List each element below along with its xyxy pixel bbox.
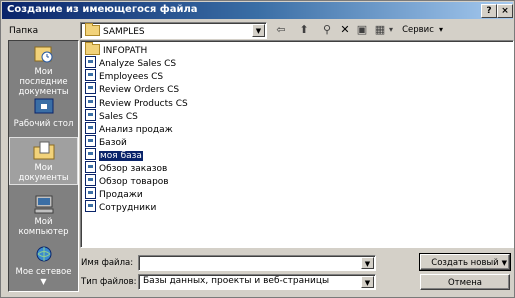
list-item[interactable]: Сотрудники: [85, 200, 157, 213]
list-item[interactable]: Analyze Sales CS: [85, 56, 177, 69]
list-item[interactable]: Sales CS: [85, 109, 138, 122]
filetype-value: Базы данных, проекты и веб-страницы: [143, 276, 330, 286]
views-dropdown-icon[interactable]: ▾: [387, 22, 395, 38]
database-file-icon: [85, 135, 96, 147]
cancel-button[interactable]: Отмена: [420, 274, 510, 290]
my-documents-icon: [32, 141, 56, 161]
recent-documents-icon: [32, 45, 56, 65]
tools-dropdown-icon[interactable]: ▾: [437, 22, 445, 38]
filename-label: Имя файла:: [81, 258, 134, 268]
list-item-label: Сотрудники: [99, 203, 157, 213]
lookin-label: Папка: [9, 26, 39, 36]
chevron-down-icon[interactable]: ▼: [361, 257, 374, 269]
list-item[interactable]: Review Products CS: [85, 96, 188, 109]
list-item[interactable]: Продажи: [85, 187, 143, 200]
database-file-icon: [85, 96, 96, 108]
sidebar-item-label: Рабочий стол: [13, 119, 74, 129]
sidebar-item-my-computer[interactable]: Мой компьютер: [9, 195, 78, 237]
folder-icon: [85, 23, 100, 36]
list-item-label: моя база: [99, 151, 143, 161]
sidebar-item-network[interactable]: Мое сетевое ▼: [9, 245, 78, 287]
create-new-label: Создать новый: [431, 258, 499, 268]
filetype-select[interactable]: Базы данных, проекты и веб-страницы ▼: [138, 274, 376, 290]
chevron-down-icon[interactable]: ▼: [252, 24, 265, 37]
folder-icon: [85, 42, 100, 55]
database-file-icon: [85, 148, 96, 160]
sidebar-item-recent[interactable]: Мои последние документы: [9, 45, 78, 97]
list-item[interactable]: Review Orders CS: [85, 82, 180, 95]
network-icon: [32, 245, 56, 265]
list-item-label: Продажи: [99, 190, 143, 200]
database-file-icon: [85, 122, 96, 134]
back-button[interactable]: ⇦: [272, 22, 290, 38]
database-file-icon: [85, 109, 96, 121]
list-item-label: Обзор заказов: [99, 164, 168, 174]
lookin-value-wrap: SAMPLES: [85, 23, 145, 37]
sidebar-item-desktop[interactable]: Рабочий стол: [9, 97, 78, 129]
list-item-label: Review Orders CS: [99, 85, 180, 95]
chevron-down-icon[interactable]: ▼: [502, 255, 507, 271]
tools-menu[interactable]: Сервис: [399, 22, 437, 38]
database-file-icon: [85, 82, 96, 94]
sidebar-item-label: Мой компьютер: [18, 217, 69, 237]
list-item[interactable]: Обзор заказов: [85, 161, 168, 174]
list-item-label: Базой: [99, 138, 127, 148]
list-item-label: INFOPATH: [103, 46, 148, 56]
file-list[interactable]: INFOPATH Analyze Sales CS Employees CS R…: [80, 40, 514, 248]
dialog-window: Создание из имеющегося файла ? × Папка S…: [0, 0, 515, 298]
help-button[interactable]: ?: [481, 4, 497, 18]
list-item-selected[interactable]: моя база: [85, 148, 143, 161]
list-item-label: Sales CS: [99, 112, 138, 122]
cancel-label: Отмена: [447, 278, 483, 288]
desktop-icon: [32, 97, 56, 117]
list-item[interactable]: Обзор товаров: [85, 174, 169, 187]
list-item-label: Анализ продаж: [99, 125, 173, 135]
sidebar-item-label: Мои документы: [18, 163, 69, 183]
filename-input[interactable]: ▼: [138, 255, 376, 271]
sidebar-item-my-documents[interactable]: Мои документы: [9, 137, 78, 185]
up-folder-button[interactable]: ⬆: [296, 22, 312, 38]
new-folder-icon[interactable]: ▣: [355, 22, 369, 38]
list-item[interactable]: Анализ продаж: [85, 122, 173, 135]
title-bar: Создание из имеющегося файла ? ×: [2, 2, 513, 19]
sidebar-scroll-down-icon[interactable]: ▼: [9, 277, 78, 287]
search-web-icon[interactable]: ⚲: [319, 22, 335, 38]
list-item-label: Review Products CS: [99, 99, 188, 109]
database-file-icon: [85, 187, 96, 199]
list-item[interactable]: INFOPATH: [85, 42, 148, 56]
database-file-icon: [85, 161, 96, 173]
places-bar: Мои последние документы Рабочий стол Мои…: [8, 40, 79, 292]
sidebar-item-label: Мои последние документы: [18, 67, 69, 97]
database-file-icon: [85, 56, 96, 68]
list-item[interactable]: Базой: [85, 135, 127, 148]
list-item-label: Обзор товаров: [99, 177, 169, 187]
database-file-icon: [85, 174, 96, 186]
lookin-combo[interactable]: SAMPLES ▼: [80, 22, 267, 39]
chevron-down-icon[interactable]: ▼: [361, 276, 374, 288]
views-icon[interactable]: ▦: [373, 22, 387, 38]
sidebar-item-label: Мое сетевое: [15, 267, 72, 277]
database-file-icon: [85, 200, 96, 212]
my-computer-icon: [32, 195, 56, 215]
lookin-value: SAMPLES: [103, 27, 145, 37]
close-button[interactable]: ×: [497, 4, 513, 18]
delete-icon[interactable]: ✕: [338, 22, 352, 38]
list-item-label: Employees CS: [99, 72, 164, 82]
list-item-label: Analyze Sales CS: [99, 59, 177, 69]
window-title: Создание из имеющегося файла: [7, 4, 198, 15]
filetype-label: Тип файлов:: [81, 277, 137, 287]
create-new-button[interactable]: Создать новый ▼: [419, 253, 511, 271]
database-file-icon: [85, 69, 96, 81]
list-item[interactable]: Employees CS: [85, 69, 164, 82]
